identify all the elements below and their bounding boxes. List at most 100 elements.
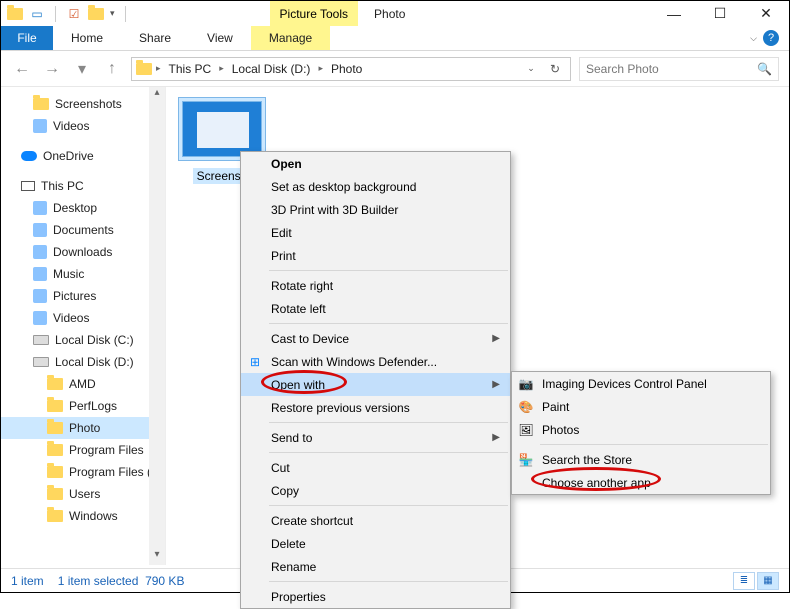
menu-item-label: Restore previous versions xyxy=(271,401,410,415)
tree-item-onedrive[interactable]: OneDrive xyxy=(1,145,165,167)
context-menu: Open Set as desktop background 3D Print wi… xyxy=(240,151,511,609)
tree-item-program-files[interactable]: Program Files xyxy=(1,439,165,461)
tab-file[interactable]: File xyxy=(1,26,53,50)
menu-item-label: Send to xyxy=(271,431,312,445)
menu-item-open-with[interactable]: Open with▶ xyxy=(241,373,510,396)
submenu-item-photos[interactable]: 🖼Photos xyxy=(512,418,770,441)
submenu-item-search-the-store[interactable]: 🏪 Search the Store xyxy=(512,448,770,471)
up-button[interactable]: ↑ xyxy=(101,58,123,80)
scroll-up-icon[interactable]: ▴ xyxy=(149,87,165,103)
menu-item-rename[interactable]: Rename xyxy=(241,555,510,578)
tree-item-windows[interactable]: Windows xyxy=(1,505,165,527)
history-dropdown[interactable]: ▾ xyxy=(71,58,93,80)
breadcrumb[interactable]: Local Disk (D:) xyxy=(228,62,315,76)
tree-item-local-disk-d[interactable]: Local Disk (D:) xyxy=(1,351,165,373)
maximize-button[interactable]: ☐ xyxy=(697,1,743,26)
tree-item-pictures[interactable]: Pictures xyxy=(1,285,165,307)
chevron-right-icon[interactable]: ▸ xyxy=(217,63,226,74)
chevron-right-icon[interactable]: ▸ xyxy=(154,63,163,74)
tree-item-videos[interactable]: Videos xyxy=(1,307,165,329)
open-with-submenu: 📷Imaging Devices Control Panel🎨Paint🖼Pho… xyxy=(511,371,771,495)
menu-item-cast-to-device[interactable]: Cast to Device▶ xyxy=(241,327,510,350)
details-view-button[interactable]: ≣ xyxy=(733,572,755,590)
breadcrumb[interactable]: This PC xyxy=(165,62,216,76)
search-input[interactable]: Search Photo 🔍 xyxy=(579,57,779,81)
paint-icon: 🎨 xyxy=(518,399,534,415)
chevron-right-icon[interactable]: ▸ xyxy=(316,63,325,74)
menu-item-label: Rename xyxy=(271,560,316,574)
submenu-arrow-icon: ▶ xyxy=(492,333,500,344)
tree-item-photo[interactable]: Photo xyxy=(1,417,165,439)
new-folder-icon[interactable] xyxy=(88,6,104,22)
tab-view[interactable]: View xyxy=(189,26,251,50)
menu-separator xyxy=(269,323,508,324)
tree-item-users[interactable]: Users xyxy=(1,483,165,505)
help-icon[interactable]: ? xyxy=(763,30,779,46)
tab-home[interactable]: Home xyxy=(53,26,121,50)
separator xyxy=(55,6,56,22)
menu-item-rotate-left[interactable]: Rotate left xyxy=(241,297,510,320)
menu-item-delete[interactable]: Delete xyxy=(241,532,510,555)
folder-icon xyxy=(7,6,23,22)
tree-item-amd[interactable]: AMD xyxy=(1,373,165,395)
store-icon: 🏪 xyxy=(518,452,534,468)
menu-item-send-to[interactable]: Send to▶ xyxy=(241,426,510,449)
menu-item-3d-print-with-3d-builder[interactable]: 3D Print with 3D Builder xyxy=(241,198,510,221)
search-placeholder: Search Photo xyxy=(586,62,659,76)
menu-item-cut[interactable]: Cut xyxy=(241,456,510,479)
menu-item-create-shortcut[interactable]: Create shortcut xyxy=(241,509,510,532)
menu-item-restore-previous-versions[interactable]: Restore previous versions xyxy=(241,396,510,419)
tab-share[interactable]: Share xyxy=(121,26,189,50)
menu-item-edit[interactable]: Edit xyxy=(241,221,510,244)
tree-item-desktop[interactable]: Desktop xyxy=(1,197,165,219)
submenu-item-label: Search the Store xyxy=(542,453,632,467)
menu-item-label: Copy xyxy=(271,484,299,498)
tree-item-perflogs[interactable]: PerfLogs xyxy=(1,395,165,417)
videos-icon xyxy=(33,311,47,325)
close-button[interactable]: ✕ xyxy=(743,1,789,26)
ribbon-collapse-icon[interactable]: ⌵ xyxy=(750,33,757,44)
tree-item-videos[interactable]: Videos xyxy=(1,115,165,137)
address-dropdown[interactable]: ⌄ xyxy=(520,63,542,74)
tree-item-local-disk-c[interactable]: Local Disk (C:) xyxy=(1,329,165,351)
address-bar-row: ← → ▾ ↑ ▸ This PC ▸ Local Disk (D:) ▸ Ph… xyxy=(1,51,789,87)
contextual-tab-header: Picture Tools xyxy=(270,1,358,26)
submenu-item-imaging-devices-control-panel[interactable]: 📷Imaging Devices Control Panel xyxy=(512,372,770,395)
window-controls: — ☐ ✕ xyxy=(651,1,789,26)
tree-item-downloads[interactable]: Downloads xyxy=(1,241,165,263)
tree-item-screenshots[interactable]: Screenshots xyxy=(1,93,165,115)
properties-icon[interactable]: ▭ xyxy=(29,6,45,22)
drive-icon xyxy=(33,357,49,367)
title-bar: ▭ ☑ ▾ Picture Tools Photo — ☐ ✕ xyxy=(1,1,789,26)
menu-item-label: Print xyxy=(271,249,296,263)
tree-item-thispc[interactable]: This PC xyxy=(1,175,165,197)
tree-item-documents[interactable]: Documents xyxy=(1,219,165,241)
back-button[interactable]: ← xyxy=(11,58,33,80)
scroll-down-icon[interactable]: ▾ xyxy=(149,549,165,565)
nav-scrollbar[interactable]: ▴ ▾ xyxy=(149,87,165,565)
menu-item-print[interactable]: Print xyxy=(241,244,510,267)
submenu-item-paint[interactable]: 🎨Paint xyxy=(512,395,770,418)
menu-item-scan-with-windows-defender-[interactable]: ⊞Scan with Windows Defender... xyxy=(241,350,510,373)
menu-item-rotate-right[interactable]: Rotate right xyxy=(241,274,510,297)
forward-button[interactable]: → xyxy=(41,58,63,80)
chevron-down-icon[interactable]: ▾ xyxy=(110,8,115,19)
menu-item-copy[interactable]: Copy xyxy=(241,479,510,502)
thumbnails-view-button[interactable]: ▦ xyxy=(757,572,779,590)
tree-item-music[interactable]: Music xyxy=(1,263,165,285)
submenu-item-choose-another-app[interactable]: Choose another app xyxy=(512,471,770,494)
menu-item-label: Set as desktop background xyxy=(271,180,416,194)
tree-item-program-files-x86[interactable]: Program Files ( xyxy=(1,461,165,483)
menu-item-set-as-desktop-background[interactable]: Set as desktop background xyxy=(241,175,510,198)
tab-manage[interactable]: Manage xyxy=(251,26,330,50)
search-icon[interactable]: 🔍 xyxy=(757,62,772,76)
refresh-button[interactable]: ↻ xyxy=(544,62,566,76)
folder-icon xyxy=(47,510,63,522)
menu-item-label: Scan with Windows Defender... xyxy=(271,355,437,369)
address-bar[interactable]: ▸ This PC ▸ Local Disk (D:) ▸ Photo ⌄ ↻ xyxy=(131,57,571,81)
breadcrumb[interactable]: Photo xyxy=(327,62,366,76)
minimize-button[interactable]: — xyxy=(651,1,697,26)
checkbox-icon[interactable]: ☑ xyxy=(66,6,82,22)
menu-item-properties[interactable]: Properties xyxy=(241,585,510,608)
menu-item-open[interactable]: Open xyxy=(241,152,510,175)
